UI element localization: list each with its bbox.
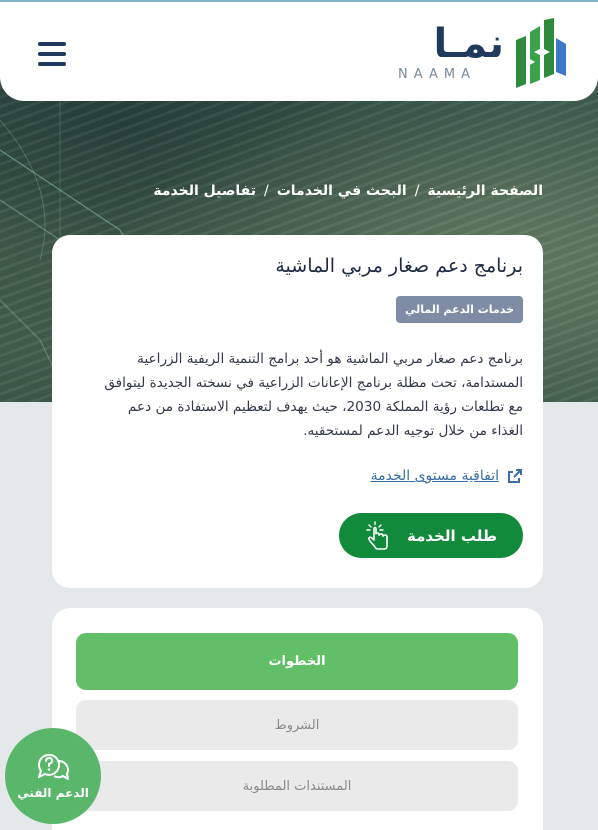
breadcrumb: الصفحة الرئيسية / البحث في الخدمات / تفا… <box>153 183 543 199</box>
tab-steps[interactable]: الخطوات <box>76 633 518 690</box>
naama-logo-mark-icon <box>516 18 566 88</box>
external-link-icon <box>508 469 522 483</box>
breadcrumb-separator: / <box>263 183 269 199</box>
breadcrumb-current: تفاصيل الخدمة <box>153 183 256 199</box>
request-service-label: طلب الخدمة <box>407 526 497 545</box>
breadcrumb-search[interactable]: البحث في الخدمات <box>277 183 407 199</box>
hand-pointer-icon <box>366 520 388 550</box>
service-description: برنامج دعم صغار مربي الماشية هو أحد برام… <box>104 351 523 439</box>
hamburger-menu-icon[interactable] <box>38 42 66 66</box>
technical-support-button[interactable]: الدعم الفني <box>5 728 101 824</box>
request-service-button[interactable]: طلب الخدمة <box>339 513 523 558</box>
service-details-card: برنامج دعم صغار مربي الماشية خدمات الدعم… <box>52 235 543 588</box>
chat-help-icon <box>37 753 69 780</box>
service-info-tabs-card: الخطوات الشروط المستندات المطلوبة <box>52 608 543 830</box>
tab-required-documents[interactable]: المستندات المطلوبة <box>76 761 518 811</box>
breadcrumb-separator: / <box>414 183 420 199</box>
sla-link[interactable]: اتفاقية مستوى الخدمة <box>371 468 523 484</box>
breadcrumb-home[interactable]: الصفحة الرئيسية <box>427 183 543 199</box>
naama-logo[interactable]: نمـا NAAMA <box>398 18 568 90</box>
site-header: نمـا NAAMA <box>0 0 598 101</box>
sla-link-label: اتفاقية مستوى الخدمة <box>370 468 499 484</box>
service-title: برنامج دعم صغار مربي الماشية <box>275 255 523 277</box>
logo-english-text: NAAMA <box>398 67 476 82</box>
support-label: الدعم الفني <box>17 786 89 800</box>
category-badge: خدمات الدعم المالي <box>396 296 523 323</box>
logo-arabic-text: نمـا <box>433 21 504 67</box>
tab-conditions[interactable]: الشروط <box>76 700 518 750</box>
